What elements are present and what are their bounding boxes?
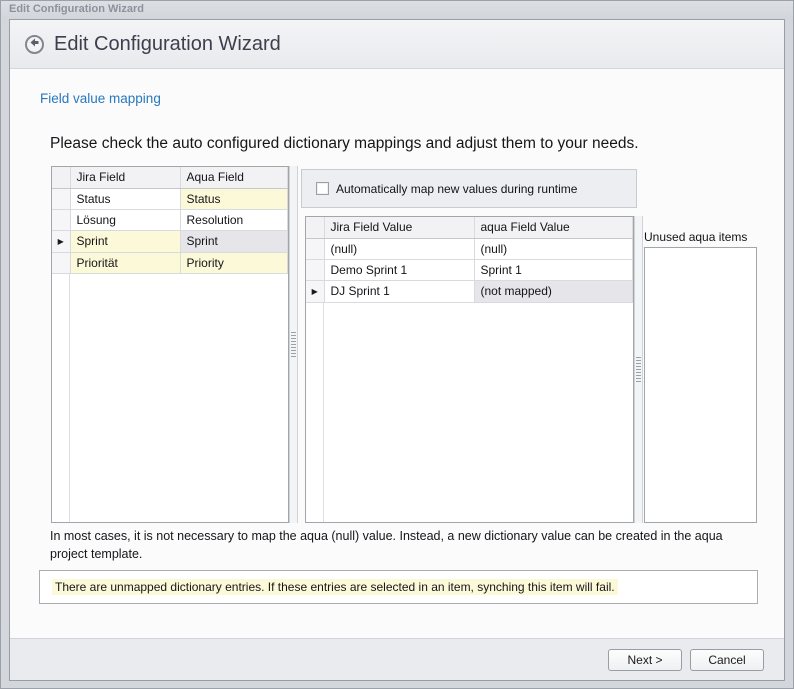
row-selector[interactable]: [306, 238, 324, 259]
wizard-dialog: Edit Configuration Wizard Field value ma…: [9, 19, 785, 681]
section-title: Field value mapping: [40, 91, 161, 106]
grid-cell[interactable]: Demo Sprint 1: [324, 259, 474, 280]
grid-cell[interactable]: (null): [324, 238, 474, 259]
grid-cell[interactable]: Sprint 1: [474, 259, 633, 280]
table-row[interactable]: Lösung Resolution: [52, 209, 288, 230]
page-title: Edit Configuration Wizard: [54, 33, 281, 56]
unused-aqua-items-label: Unused aqua items: [644, 230, 747, 244]
grid-header-row: Jira Field Aqua Field: [52, 167, 288, 188]
splitter-left[interactable]: [289, 166, 298, 523]
row-selector[interactable]: [52, 209, 70, 230]
grid-cell[interactable]: Priority: [180, 252, 288, 273]
column-header-jira-field-value[interactable]: Jira Field Value: [324, 217, 474, 238]
null-mapping-note: In most cases, it is not necessary to ma…: [50, 527, 736, 563]
runtime-mapping-panel: Automatically map new values during runt…: [301, 169, 637, 208]
current-row-marker-icon: ▶: [312, 287, 318, 296]
table-row[interactable]: ▶ DJ Sprint 1 (not mapped): [306, 280, 633, 302]
back-button[interactable]: [25, 35, 44, 54]
wizard-content: Field value mapping Please check the aut…: [10, 70, 784, 638]
table-row[interactable]: Status Status: [52, 188, 288, 209]
column-header-aqua-field-value[interactable]: aqua Field Value: [474, 217, 633, 238]
grid-cell[interactable]: (null): [474, 238, 633, 259]
row-selector[interactable]: ▶: [306, 280, 324, 302]
cancel-button[interactable]: Cancel: [690, 649, 764, 671]
instruction-text: Please check the auto configured diction…: [50, 135, 639, 153]
arrow-left-icon: [29, 35, 40, 53]
titlebar-text: Edit Configuration Wizard: [9, 3, 144, 15]
splitter-right[interactable]: [634, 216, 643, 523]
current-row-marker-icon: ▶: [58, 237, 64, 246]
titlebar[interactable]: Edit Configuration Wizard: [1, 1, 793, 19]
table-row[interactable]: Demo Sprint 1 Sprint 1: [306, 259, 633, 280]
field-mapping-grid[interactable]: Jira Field Aqua Field Status Status Lösu: [51, 166, 289, 523]
row-selector[interactable]: [52, 252, 70, 273]
grid-cell[interactable]: (not mapped): [474, 280, 633, 302]
grid-cell[interactable]: Sprint: [70, 230, 180, 252]
grid-cell[interactable]: Sprint: [180, 230, 288, 252]
warning-box: There are unmapped dictionary entries. I…: [39, 570, 758, 604]
splitter-grip-icon: [291, 332, 296, 357]
grid-cell[interactable]: Status: [70, 188, 180, 209]
table-row[interactable]: (null) (null): [306, 238, 633, 259]
auto-map-checkbox[interactable]: [316, 182, 329, 195]
splitter-grip-icon: [636, 357, 641, 382]
value-mapping-grid[interactable]: Jira Field Value aqua Field Value (null)…: [305, 216, 634, 523]
grid-cell[interactable]: Status: [180, 188, 288, 209]
column-header-jira-field[interactable]: Jira Field: [70, 167, 180, 188]
grid-cell[interactable]: Lösung: [70, 209, 180, 230]
wizard-header: Edit Configuration Wizard: [10, 20, 784, 69]
row-selector[interactable]: [52, 188, 70, 209]
grid-cell[interactable]: Priorität: [70, 252, 180, 273]
table-row[interactable]: ▶ Sprint Sprint: [52, 230, 288, 252]
row-selector-header: [52, 167, 70, 188]
grid-cell[interactable]: Resolution: [180, 209, 288, 230]
next-button[interactable]: Next >: [608, 649, 682, 671]
column-header-aqua-field[interactable]: Aqua Field: [180, 167, 288, 188]
auto-map-checkbox-label[interactable]: Automatically map new values during runt…: [336, 182, 577, 196]
unmapped-warning-text: There are unmapped dictionary entries. I…: [52, 579, 618, 595]
grid-cell[interactable]: DJ Sprint 1: [324, 280, 474, 302]
row-selector[interactable]: ▶: [52, 230, 70, 252]
grid-header-row: Jira Field Value aqua Field Value: [306, 217, 633, 238]
wizard-footer: Next > Cancel: [10, 638, 784, 680]
wizard-window: Edit Configuration Wizard Edit Configura…: [0, 0, 794, 689]
table-row[interactable]: Priorität Priority: [52, 252, 288, 273]
unused-aqua-items-list[interactable]: [644, 247, 757, 523]
row-selector[interactable]: [306, 259, 324, 280]
row-selector-header: [306, 217, 324, 238]
